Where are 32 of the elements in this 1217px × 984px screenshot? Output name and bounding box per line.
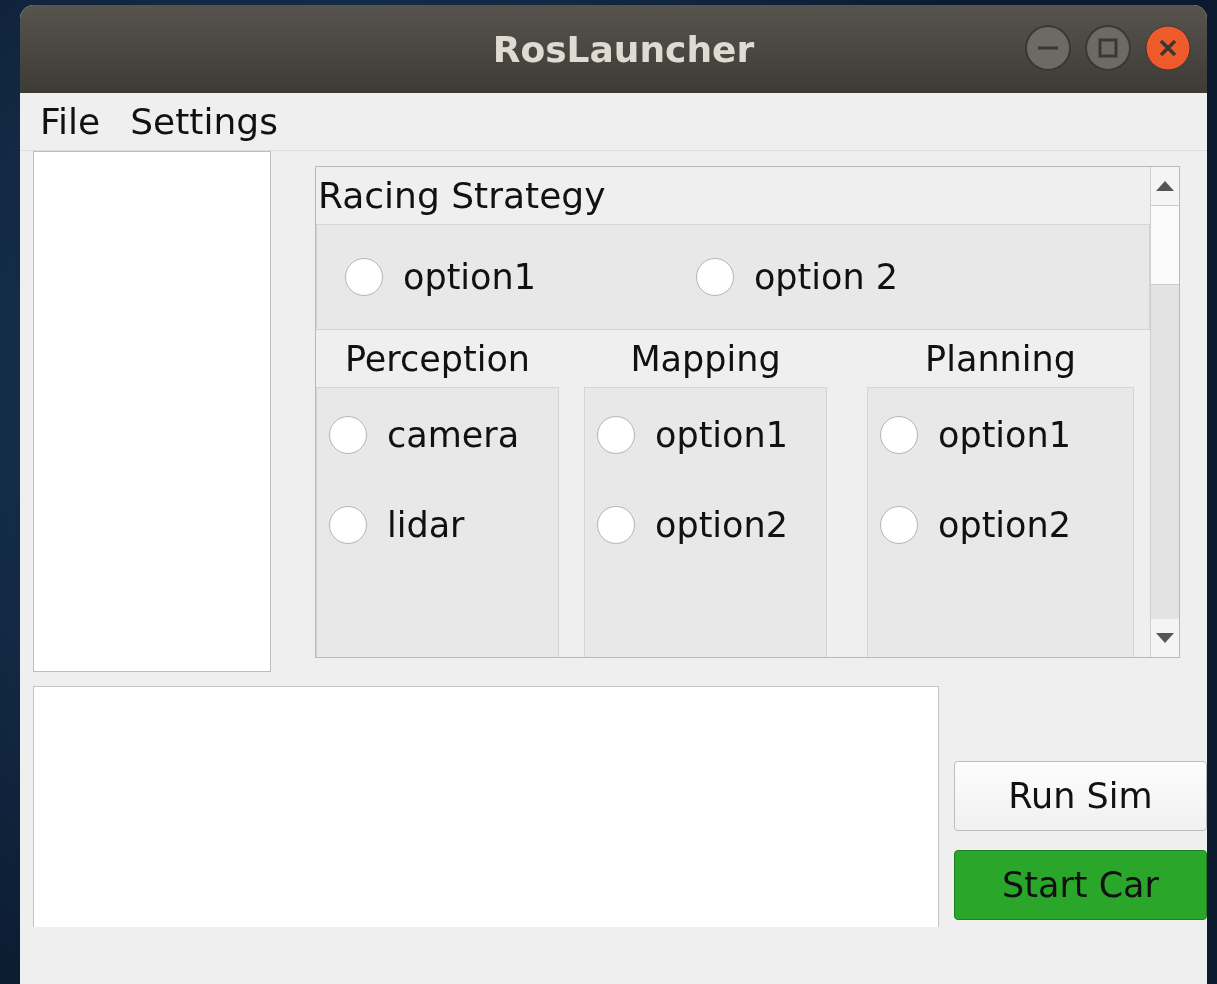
minimize-button[interactable]	[1025, 25, 1071, 71]
maximize-button[interactable]	[1085, 25, 1131, 71]
list-box[interactable]	[33, 151, 271, 672]
radio-button[interactable]	[329, 416, 367, 454]
radio-button[interactable]	[329, 506, 367, 544]
radio-button[interactable]	[880, 506, 918, 544]
run-button[interactable]: Run Sim	[954, 761, 1207, 831]
scrollbar[interactable]	[1150, 167, 1179, 657]
group-title: Racing Strategy	[317, 174, 607, 218]
radio-label[interactable]: option2	[655, 505, 788, 545]
radio-button[interactable]	[345, 258, 383, 296]
radio-button[interactable]	[597, 506, 635, 544]
radio-label[interactable]: option1	[938, 415, 1071, 455]
radio-button[interactable]	[695, 258, 734, 296]
scroll-thumb[interactable]	[1151, 205, 1179, 285]
radio-label[interactable]: option 2	[753, 257, 899, 297]
radio-label[interactable]: option2	[938, 505, 1071, 545]
group-title: Planning	[924, 337, 1077, 381]
menu-item[interactable]: Settings	[130, 101, 278, 142]
radio-label[interactable]: camera	[387, 415, 520, 455]
menu-item[interactable]: File	[40, 101, 101, 142]
group-title: Perception	[343, 337, 532, 381]
radio-label[interactable]: option1	[655, 415, 788, 455]
output-text-area[interactable]	[33, 686, 939, 927]
window-title: RosLauncher	[492, 28, 755, 70]
radio-label[interactable]: lidar	[387, 505, 465, 545]
radio-button[interactable]	[880, 416, 918, 454]
radio-label[interactable]: option1	[403, 257, 536, 297]
group-title: Mapping	[629, 337, 782, 381]
close-button[interactable]	[1145, 25, 1191, 71]
start-button[interactable]: Start Car	[954, 850, 1207, 920]
radio-button[interactable]	[597, 416, 635, 454]
